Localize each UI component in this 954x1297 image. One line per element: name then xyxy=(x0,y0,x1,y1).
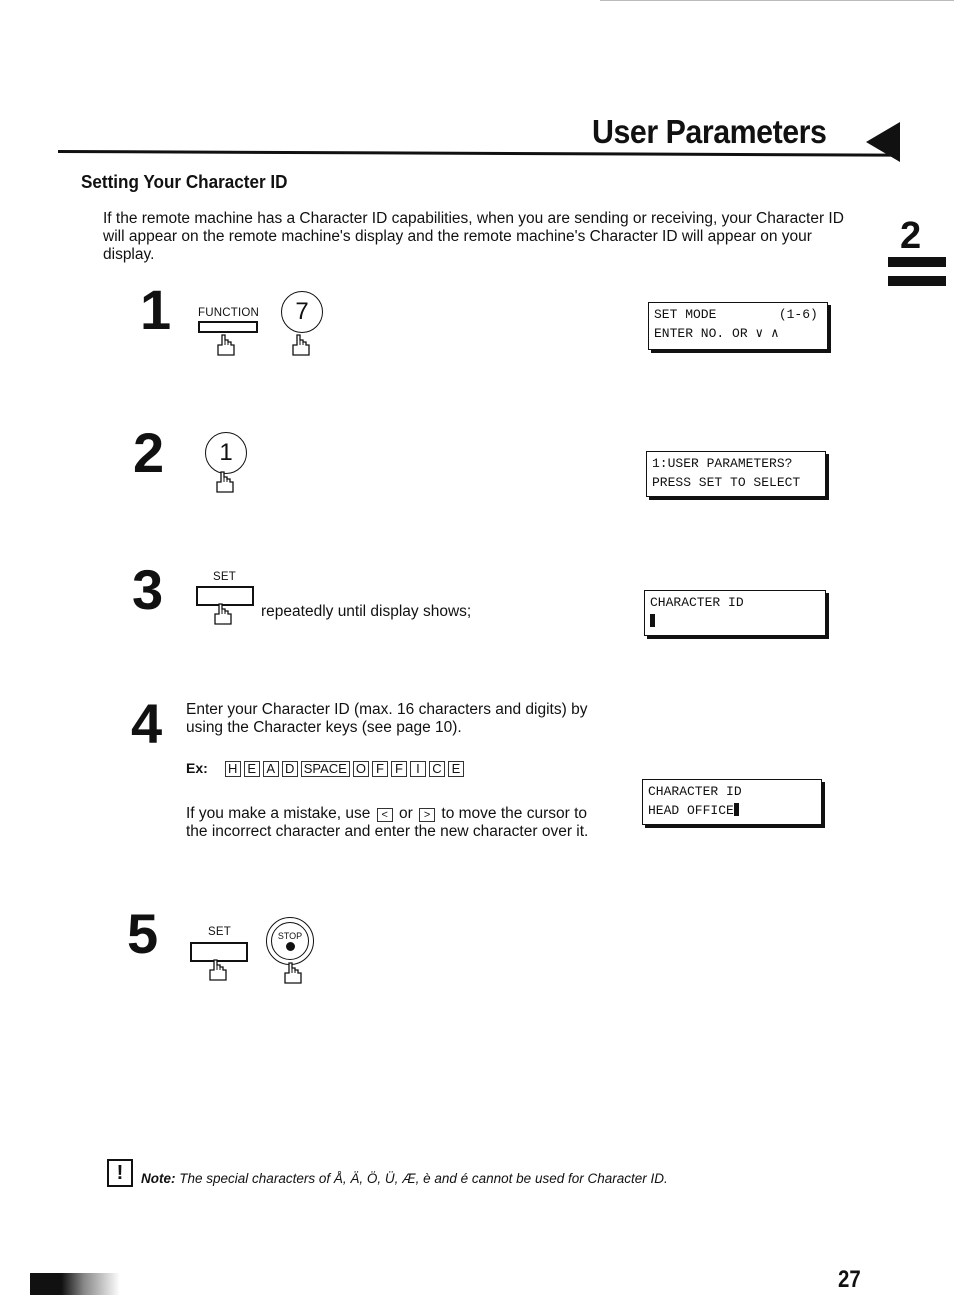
chapter-number: 2 xyxy=(900,215,922,257)
lcd-line-2: PRESS SET TO SELECT xyxy=(652,475,801,490)
cursor-right-key: > xyxy=(419,808,436,822)
section-title: Setting Your Character ID xyxy=(81,172,288,192)
press-hand-icon xyxy=(214,603,232,625)
step-4-text: Enter your Character ID (max. 16 charact… xyxy=(186,701,588,736)
lcd-line-1: SET MODE (1-6) xyxy=(654,307,818,322)
note: Note: The special characters of Å, Ä, Ö,… xyxy=(141,1171,668,1186)
char-key: O xyxy=(352,761,369,777)
lcd-cursor xyxy=(650,614,655,627)
char-key: SPACE xyxy=(300,761,350,777)
lcd-line-2: HEAD OFFICE xyxy=(648,803,734,818)
page-header-title: User Parameters xyxy=(592,113,827,150)
lcd-line-1: CHARACTER ID xyxy=(648,784,742,799)
char-key: E xyxy=(447,761,464,777)
char-key: C xyxy=(428,761,445,777)
page-number: 27 xyxy=(838,1266,861,1293)
corner-scan-mark xyxy=(30,1273,120,1295)
example-key-sequence: Ex: H E A D SPACE O F F I C E xyxy=(186,760,467,778)
set-key-label: SET xyxy=(208,926,231,938)
lcd-display: 1:USER PARAMETERS? PRESS SET TO SELECT xyxy=(646,451,826,497)
stop-key[interactable]: STOP xyxy=(266,917,314,965)
step-number: 5 xyxy=(127,902,159,965)
lcd-line-1: CHARACTER ID xyxy=(650,595,744,610)
char-key: H xyxy=(224,761,241,777)
char-key: I xyxy=(409,761,426,777)
warning-icon: ! xyxy=(107,1159,133,1187)
function-key[interactable] xyxy=(198,321,258,333)
char-key: F xyxy=(390,761,407,777)
stop-key-inner-ring: STOP xyxy=(271,922,309,960)
step-number: 3 xyxy=(132,558,164,621)
note-label: Note: xyxy=(141,1171,176,1186)
press-hand-icon xyxy=(209,959,227,981)
step-3-text: repeatedly until display shows; xyxy=(261,603,472,620)
char-key: E xyxy=(243,761,260,777)
stop-key-label: STOP xyxy=(277,931,303,941)
keypad-key-1[interactable]: 1 xyxy=(205,432,247,474)
mistake-text: If you make a mistake, use xyxy=(186,805,371,822)
header-rule xyxy=(57,150,900,157)
char-key: A xyxy=(262,761,279,777)
press-hand-icon xyxy=(216,471,234,493)
step-number: 1 xyxy=(140,278,172,341)
press-hand-icon xyxy=(217,334,235,356)
intro-paragraph: If the remote machine has a Character ID… xyxy=(103,210,844,263)
mistake-or-text: or xyxy=(398,805,413,822)
lcd-line-2: ENTER NO. OR ∨ ∧ xyxy=(654,326,779,341)
set-key-label: SET xyxy=(213,571,236,583)
note-text: The special characters of Å, Ä, Ö, Ü, Æ,… xyxy=(179,1171,668,1186)
cursor-left-key: < xyxy=(376,808,393,822)
step-number: 2 xyxy=(133,421,165,484)
char-key: D xyxy=(281,761,298,777)
top-edge-line xyxy=(600,0,954,1)
press-hand-icon xyxy=(284,962,302,984)
stop-icon xyxy=(285,942,295,951)
lcd-cursor xyxy=(733,803,739,816)
lcd-display: SET MODE (1-6) ENTER NO. OR ∨ ∧ xyxy=(648,302,828,350)
keypad-key-7[interactable]: 7 xyxy=(281,291,323,333)
char-key: F xyxy=(371,761,388,777)
press-hand-icon xyxy=(292,334,310,356)
step-number: 4 xyxy=(131,692,163,755)
function-key-label: FUNCTION xyxy=(198,307,260,319)
chapter-tab-bar xyxy=(888,257,946,267)
example-label: Ex: xyxy=(186,760,208,776)
mistake-instructions: If you make a mistake, use < or > to mov… xyxy=(186,805,606,841)
lcd-display: CHARACTER ID HEAD OFFICE xyxy=(642,779,822,825)
chapter-tab-bar xyxy=(888,276,946,286)
lcd-line-1: 1:USER PARAMETERS? xyxy=(652,456,793,471)
lcd-display: CHARACTER ID xyxy=(644,590,826,636)
